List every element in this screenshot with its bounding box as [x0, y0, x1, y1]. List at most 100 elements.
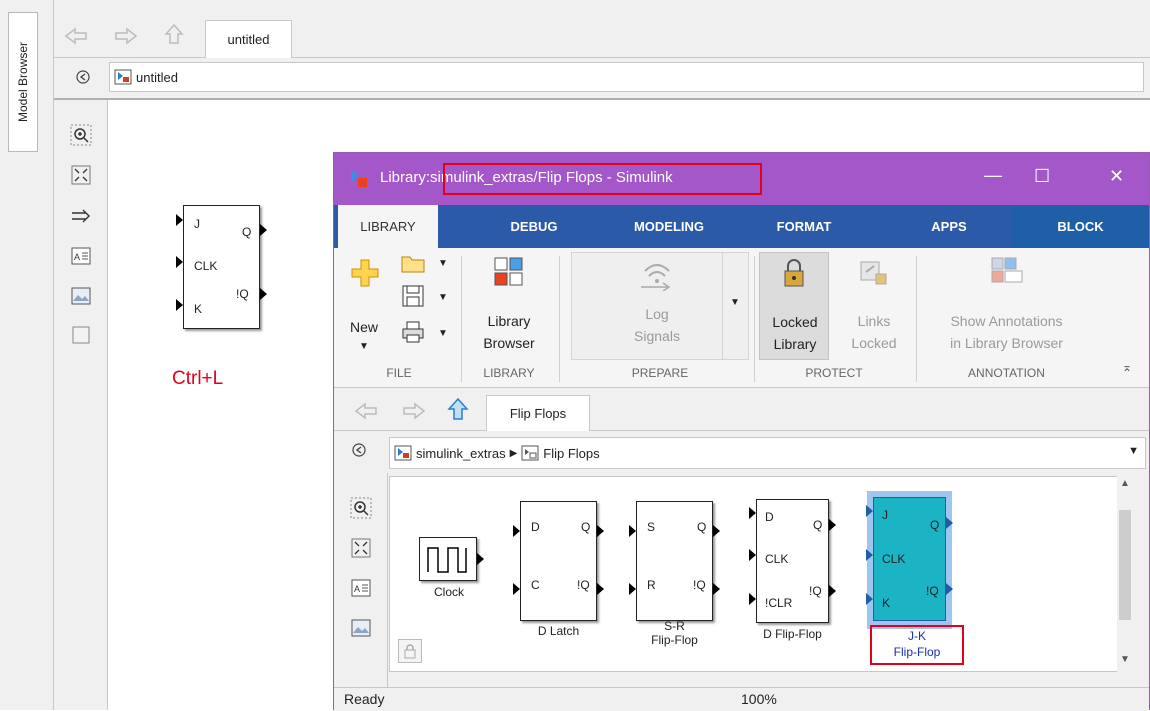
library-browser-label: Library Browser: [483, 313, 535, 351]
library-left-toolbar: A: [334, 473, 388, 687]
locked-library-button[interactable]: Locked Library: [759, 252, 829, 360]
link-lock-icon: [860, 261, 887, 285]
model-icon: [114, 69, 132, 85]
output-port-arrow: [260, 224, 267, 236]
port-label: !Q: [809, 584, 822, 598]
tab-library[interactable]: LIBRARY: [338, 205, 438, 248]
sr-flip-flop-label: S-R Flip-Flop: [651, 619, 698, 647]
save-button[interactable]: ▼: [400, 284, 456, 314]
sr-flip-flop-block[interactable]: S R Q !Q: [636, 501, 713, 621]
lib-zoom-icon[interactable]: [348, 495, 374, 521]
vertical-scrollbar[interactable]: ▲ ▼: [1117, 476, 1133, 672]
port-label: CLK: [765, 552, 789, 566]
port-label: Q: [697, 520, 707, 534]
port-label: S: [647, 520, 656, 534]
canvas-jk-block[interactable]: J CLK K Q !Q: [183, 205, 260, 329]
output-port-arrow: [946, 583, 953, 595]
tab-format[interactable]: FORMAT: [759, 205, 849, 248]
back-arrow-icon[interactable]: [62, 22, 90, 50]
d-flip-flop-block[interactable]: D CLK !CLR Q !Q: [756, 499, 829, 623]
lock-icon: [784, 259, 804, 287]
status-bar: Ready 100%: [334, 687, 1149, 711]
lib-annotation-icon[interactable]: A: [348, 575, 374, 601]
annotation-icon[interactable]: A: [68, 243, 94, 269]
collapse-ribbon-icon[interactable]: ⌅: [1122, 360, 1132, 374]
print-button[interactable]: ▼: [400, 320, 456, 350]
hide-explorer-icon[interactable]: [72, 66, 94, 88]
input-port-arrow: [513, 583, 520, 595]
output-port-arrow: [477, 553, 484, 565]
ribbon-tab-bar: LIBRARY DEBUG MODELING FORMAT APPS BLOCK: [334, 205, 1149, 248]
path-dropdown-icon[interactable]: ▼: [1128, 445, 1139, 457]
input-port-arrow: [513, 525, 520, 537]
port-label: D: [765, 510, 774, 524]
maximize-button[interactable]: ☐: [1034, 166, 1050, 187]
input-port-arrow: [176, 256, 183, 268]
library-path-field[interactable]: simulink_extras ▶ Flip Flops ▼: [389, 437, 1146, 469]
tab-apps[interactable]: APPS: [904, 205, 994, 248]
tab-flip-flops[interactable]: Flip Flops: [486, 395, 590, 431]
tab-debug[interactable]: DEBUG: [489, 205, 579, 248]
links-locked-button[interactable]: Links Locked: [839, 252, 909, 360]
area-icon[interactable]: [68, 322, 94, 348]
library-browser-button[interactable]: Library Browser: [469, 252, 549, 362]
section-file: FILE: [386, 366, 412, 380]
shortcut-annotation: Ctrl+L: [172, 368, 224, 389]
path-part-current[interactable]: Flip Flops: [543, 446, 599, 461]
library-canvas: Clock D C Q !Q D Latch S R Q !Q S-R Flip…: [389, 476, 1132, 672]
fit-to-view-icon[interactable]: [68, 162, 94, 188]
port-label-q: Q: [242, 225, 252, 239]
port-label: J: [882, 508, 888, 522]
clock-block[interactable]: [419, 537, 477, 581]
side-strip: Model Browser: [0, 0, 54, 710]
lib-forward-arrow-icon[interactable]: [400, 397, 428, 425]
output-port-arrow: [597, 525, 604, 537]
ribbon: New ▼ ▼ ▼ ▼ FILE Library Browser LIBRARY: [334, 248, 1149, 388]
jk-flip-flop-block[interactable]: J CLK K Q !Q: [873, 497, 946, 621]
output-port-arrow: [597, 583, 604, 595]
path-separator-icon: ▶: [509, 447, 518, 459]
port-label: !Q: [693, 578, 706, 592]
d-flip-flop-label: D Flip-Flop: [763, 627, 822, 641]
up-arrow-icon[interactable]: [160, 20, 188, 48]
lib-up-arrow-icon[interactable]: [444, 395, 472, 423]
lib-fit-to-view-icon[interactable]: [348, 535, 374, 561]
tab-untitled[interactable]: untitled: [205, 20, 292, 58]
image-icon[interactable]: [68, 283, 94, 309]
open-button[interactable]: ▼: [400, 252, 456, 282]
model-browser-tab[interactable]: Model Browser: [8, 12, 38, 152]
log-signals-dropdown[interactable]: ▼: [722, 253, 748, 359]
minimize-button[interactable]: —: [984, 165, 1002, 186]
model-path-field[interactable]: untitled: [109, 62, 1144, 92]
d-latch-block[interactable]: D C Q !Q: [520, 501, 597, 621]
section-protect: PROTECT: [805, 366, 863, 380]
input-port-arrow: [749, 507, 756, 519]
library-icon: [351, 169, 367, 187]
lib-image-icon[interactable]: [348, 615, 374, 641]
status-text: Ready: [344, 691, 385, 707]
log-signals-button[interactable]: Log Signals ▼: [571, 252, 749, 360]
lib-back-arrow-icon[interactable]: [352, 397, 380, 425]
tab-block[interactable]: BLOCK: [1012, 205, 1149, 248]
locked-indicator-icon[interactable]: [398, 639, 422, 663]
output-port-arrow: [713, 583, 720, 595]
port-label: Q: [930, 518, 940, 532]
show-annotations-button[interactable]: Show Annotations in Library Browser: [924, 252, 1089, 360]
close-button[interactable]: ✕: [1109, 166, 1124, 187]
route-lines-icon[interactable]: [68, 203, 94, 229]
zoom-icon[interactable]: [68, 122, 94, 148]
port-label: D: [531, 520, 540, 534]
clock-waveform-icon: [427, 547, 467, 573]
input-port-arrow: [866, 505, 873, 517]
section-library: LIBRARY: [483, 366, 535, 380]
tab-modeling[interactable]: MODELING: [614, 205, 724, 248]
forward-arrow-icon[interactable]: [112, 22, 140, 50]
lib-hide-explorer-icon[interactable]: [352, 443, 372, 463]
new-button[interactable]: New ▼: [344, 252, 384, 362]
new-plus-icon: [351, 259, 379, 287]
show-annotations-label: Show Annotations in Library Browser: [950, 313, 1063, 351]
scrollbar-thumb[interactable]: [1119, 510, 1131, 620]
title-prefix: Library:: [380, 169, 431, 186]
output-port-arrow: [946, 517, 953, 529]
path-part-root[interactable]: simulink_extras: [416, 446, 506, 461]
